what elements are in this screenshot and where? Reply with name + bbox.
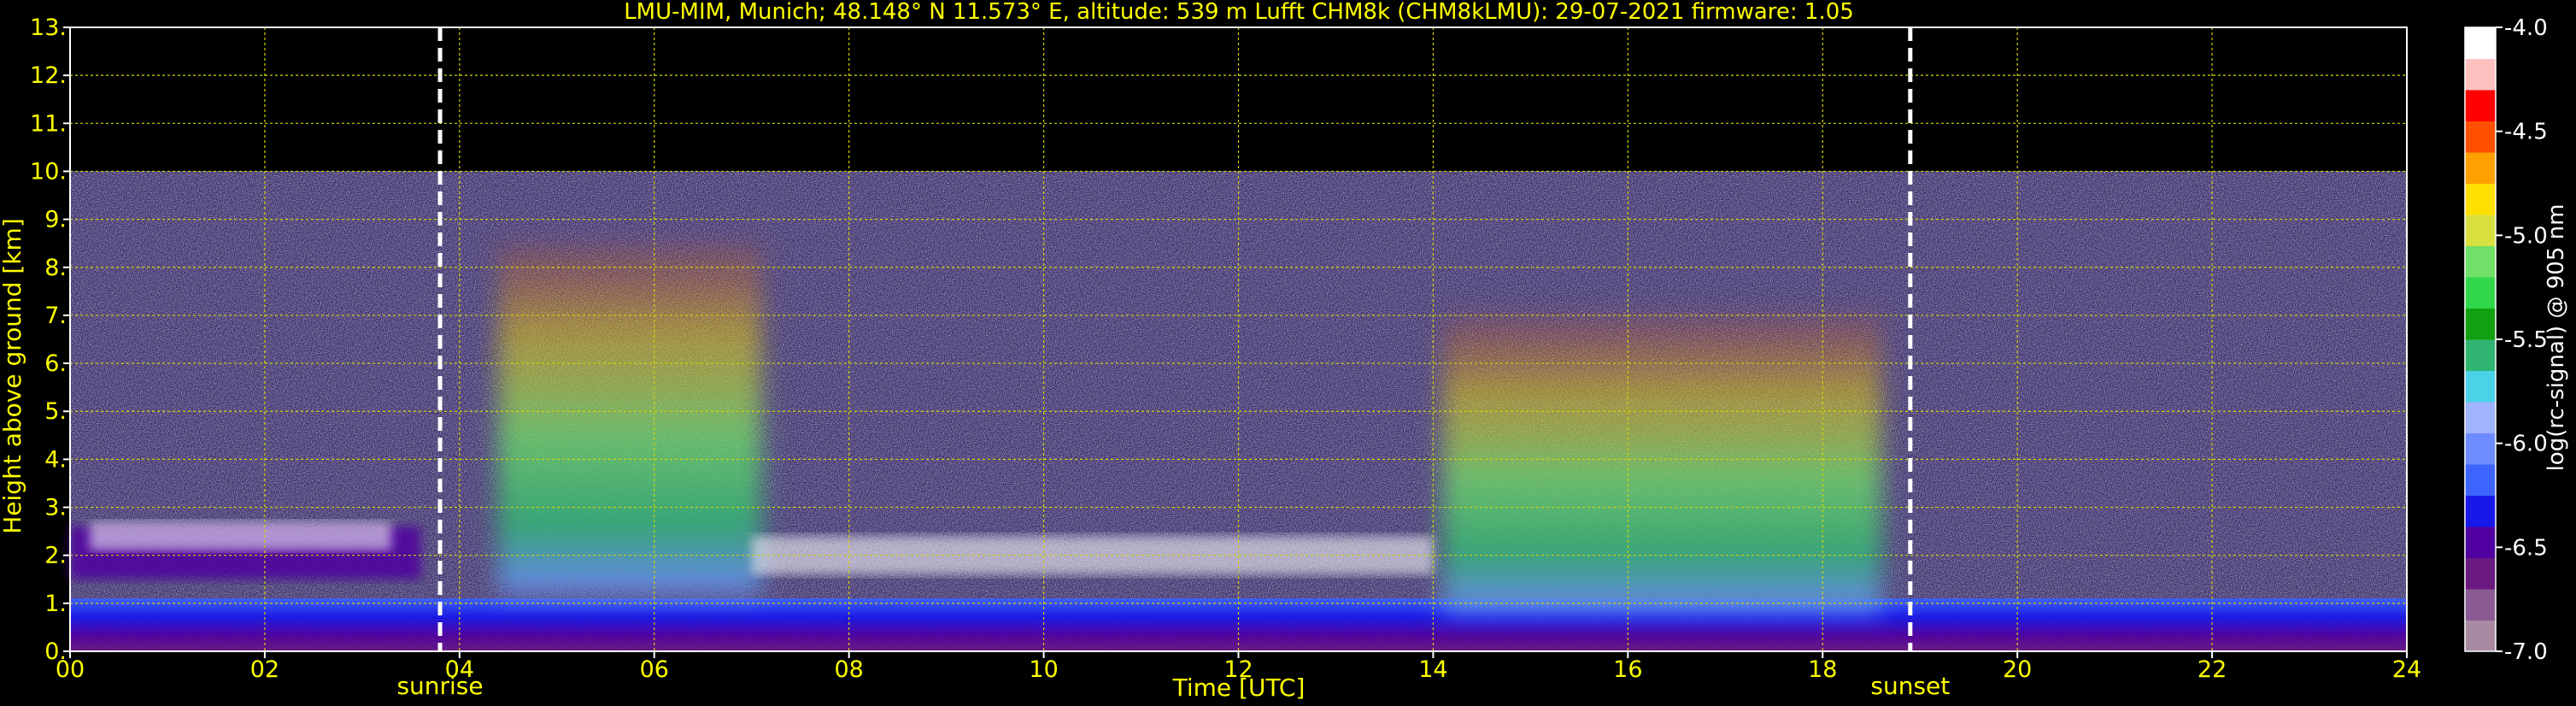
- x-tick-label: 10: [1029, 656, 1058, 683]
- colorbar-tick-label: -6.0: [2504, 432, 2548, 457]
- colorbar-segment: [2465, 183, 2496, 215]
- colorbar-tick-label: -6.5: [2504, 535, 2548, 561]
- y-tick-label: 1.: [44, 591, 67, 617]
- colorbar-segment: [2465, 90, 2496, 121]
- colorbar-label: log(rc-signal) @ 905 nm: [2544, 204, 2569, 472]
- y-tick-label: 5.: [44, 398, 67, 425]
- x-tick-label: 16: [1613, 656, 1642, 683]
- y-tick-label: 10.: [30, 158, 67, 185]
- x-tick-label: 06: [640, 656, 669, 683]
- x-tick-label: 08: [834, 656, 863, 683]
- colorbar-segment: [2465, 464, 2496, 496]
- colorbar-segment: [2465, 402, 2496, 433]
- x-tick-label: 24: [2392, 656, 2421, 683]
- x-tick-label: 04: [445, 656, 474, 683]
- colorbar-segment: [2465, 308, 2496, 340]
- sunset-label: sunset: [1870, 672, 1950, 700]
- colorbar-segment: [2465, 495, 2496, 527]
- colorbar-segment: [2465, 58, 2496, 91]
- y-tick-label: 3.: [44, 495, 67, 521]
- chart-title: LMU-MIM, Munich; 48.148° N 11.573° E, al…: [624, 0, 1854, 25]
- x-tick-label: 18: [1808, 656, 1837, 683]
- colorbar-segment: [2465, 527, 2496, 558]
- colorbar-segment: [2465, 370, 2496, 403]
- y-axis-label: Height above ground [km]: [0, 218, 26, 534]
- ceilometer-chart: sunrise sunset 00 02 04 06 08 10 12 14 16 18 20 22 24…: [0, 0, 2569, 702]
- colorbar-tick-label: -5.5: [2504, 327, 2548, 353]
- x-tick-label: 20: [2003, 656, 2032, 683]
- colorbar-tick-label: -4.5: [2504, 120, 2548, 145]
- x-tick-label: 02: [250, 656, 279, 683]
- y-tick-label: 0.: [44, 638, 67, 665]
- y-tick-label: 9.: [44, 207, 67, 233]
- colorbar-segment: [2465, 215, 2496, 246]
- colorbar-segment: [2465, 620, 2496, 652]
- colorbar: -4.0 -4.5 -5.0 -5.5 -6.0 -6.5 -7.0: [2464, 15, 2548, 665]
- y-tick-label: 11.: [30, 110, 67, 137]
- y-tick-label: 6.: [44, 350, 67, 377]
- y-tick-label: 7.: [44, 303, 67, 329]
- colorbar-segment: [2465, 589, 2496, 621]
- y-tick-label: 4.: [44, 446, 67, 473]
- x-axis-label: Time [UTC]: [1172, 674, 1306, 702]
- colorbar-segment: [2465, 27, 2496, 59]
- region-aerosol-plume-afternoon: [1442, 315, 1881, 614]
- colorbar-segment: [2465, 432, 2496, 465]
- colorbar-segment: [2465, 557, 2496, 590]
- region-cloud-layer-night: [89, 521, 392, 551]
- colorbar-segment: [2465, 277, 2496, 309]
- colorbar-segment: [2465, 152, 2496, 184]
- x-tick-label: 14: [1418, 656, 1447, 683]
- colorbar-tick-label: -7.0: [2504, 639, 2548, 665]
- colorbar-segment: [2465, 121, 2496, 153]
- x-tick-label: 22: [2198, 656, 2227, 683]
- colorbar-segment: [2465, 245, 2496, 278]
- y-tick-label: 12.: [30, 62, 67, 89]
- colorbar-tick-label: -5.0: [2504, 223, 2548, 249]
- region-aerosol-plume-morning: [498, 243, 762, 594]
- colorbar-segment: [2465, 339, 2496, 371]
- y-tick-label: 2.: [44, 543, 67, 569]
- colorbar-tick-label: -4.0: [2504, 15, 2548, 41]
- y-tick-label: 8.: [44, 255, 67, 281]
- y-tick-label: 13.: [30, 15, 67, 41]
